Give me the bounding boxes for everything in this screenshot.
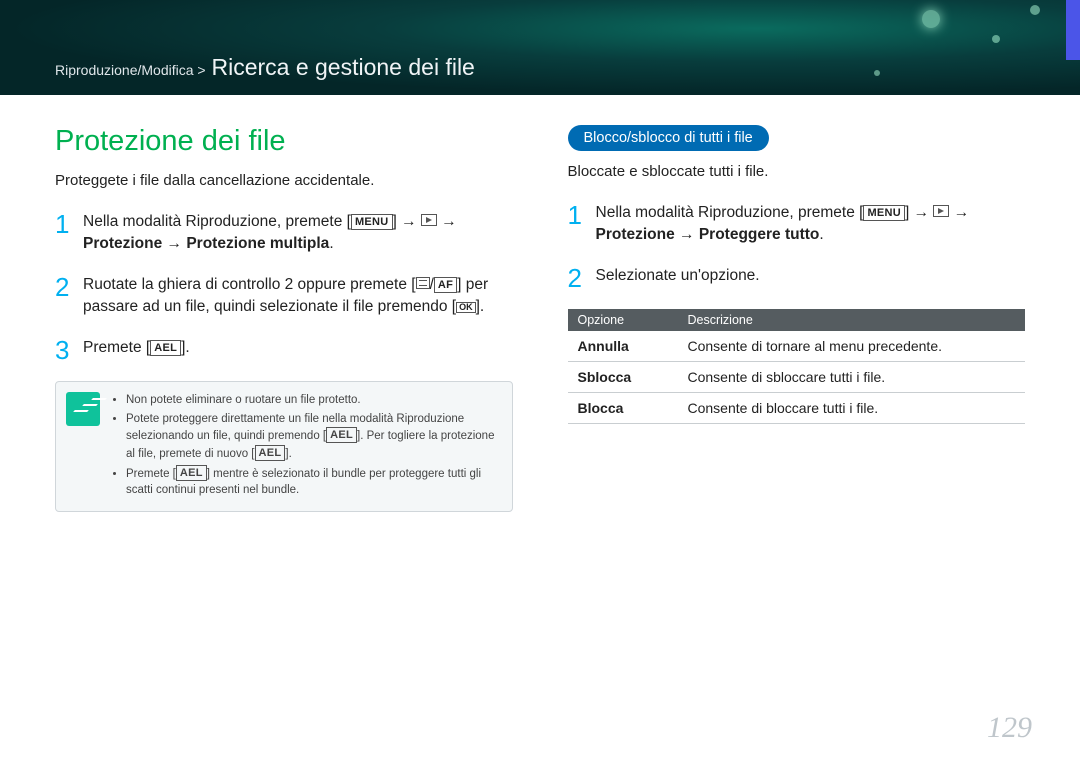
table-row: Annulla Consente di tornare al menu prec… — [568, 331, 1026, 362]
decor-sparkle — [1030, 5, 1040, 15]
table-header-option: Opzione — [568, 309, 678, 331]
note-item: Potete proteggere direttamente un file n… — [126, 411, 500, 463]
page-number: 129 — [987, 711, 1032, 745]
note-box: Non potete eliminare o ruotare un file p… — [55, 381, 513, 512]
step-1: 1 Nella modalità Riproduzione, premete [… — [55, 211, 513, 256]
subsection-pill: Blocco/sblocco di tutti i file — [568, 125, 769, 151]
step-1: 1 Nella modalità Riproduzione, premete [… — [568, 202, 1026, 247]
step-2: 2 Selezionate un'opzione. — [568, 265, 1026, 291]
decor-sparkle — [874, 70, 880, 76]
ael-icon: AEL — [176, 465, 207, 481]
note-item: Non potete eliminare o ruotare un file p… — [126, 392, 500, 409]
page-header: Riproduzione/Modifica > Ricerca e gestio… — [0, 0, 1080, 95]
play-icon — [933, 205, 949, 217]
step-number: 1 — [55, 211, 83, 237]
menu-icon: MENU — [351, 214, 393, 230]
right-column: Blocco/sblocco di tutti i file Bloccate … — [568, 125, 1026, 512]
breadcrumb-prefix: Riproduzione/Modifica > — [55, 62, 206, 78]
page-content: Protezione dei file Proteggete i file da… — [0, 95, 1080, 512]
left-column: Protezione dei file Proteggete i file da… — [55, 125, 513, 512]
step-number: 3 — [55, 337, 83, 363]
table-row: Sblocca Consente di sbloccare tutti i fi… — [568, 361, 1026, 392]
ael-icon: AEL — [255, 445, 286, 461]
af-icon: AF — [434, 277, 457, 293]
section-intro: Proteggete i file dalla cancellazione ac… — [55, 172, 513, 189]
ok-icon: OK — [456, 302, 476, 313]
step-number: 2 — [55, 274, 83, 300]
ael-icon: AEL — [326, 427, 357, 443]
decor-sparkle — [922, 10, 940, 28]
breadcrumb: Riproduzione/Modifica > Ricerca e gestio… — [55, 54, 475, 81]
step-number: 2 — [568, 265, 596, 291]
play-icon — [421, 214, 437, 226]
note-item: Premete [AEL] mentre è selezionato il bu… — [126, 465, 500, 499]
decor-sparkle — [992, 35, 1000, 43]
section-intro: Bloccate e sbloccate tutti i file. — [568, 163, 1026, 180]
step-body: Selezionate un'opzione. — [596, 265, 760, 287]
ael-icon: AEL — [150, 340, 181, 356]
step-body: Premete [AEL]. — [83, 337, 190, 359]
breadcrumb-section: Ricerca e gestione dei file — [211, 54, 474, 80]
options-table: Opzione Descrizione Annulla Consente di … — [568, 309, 1026, 424]
step-3: 3 Premete [AEL]. — [55, 337, 513, 363]
section-heading: Protezione dei file — [55, 125, 513, 158]
disp-icon — [416, 277, 430, 289]
table-row: Blocca Consente di bloccare tutti i file… — [568, 392, 1026, 423]
step-number: 1 — [568, 202, 596, 228]
note-list: Non potete eliminare o ruotare un file p… — [112, 392, 500, 501]
step-2: 2 Ruotate la ghiera di controllo 2 oppur… — [55, 274, 513, 319]
note-icon — [66, 392, 100, 426]
step-body: Ruotate la ghiera di controllo 2 oppure … — [83, 274, 513, 319]
section-tab-marker — [1066, 0, 1080, 60]
table-header-description: Descrizione — [678, 309, 1026, 331]
menu-icon: MENU — [863, 205, 905, 221]
step-body: Nella modalità Riproduzione, premete [ME… — [596, 202, 970, 247]
step-body: Nella modalità Riproduzione, premete [ME… — [83, 211, 457, 256]
